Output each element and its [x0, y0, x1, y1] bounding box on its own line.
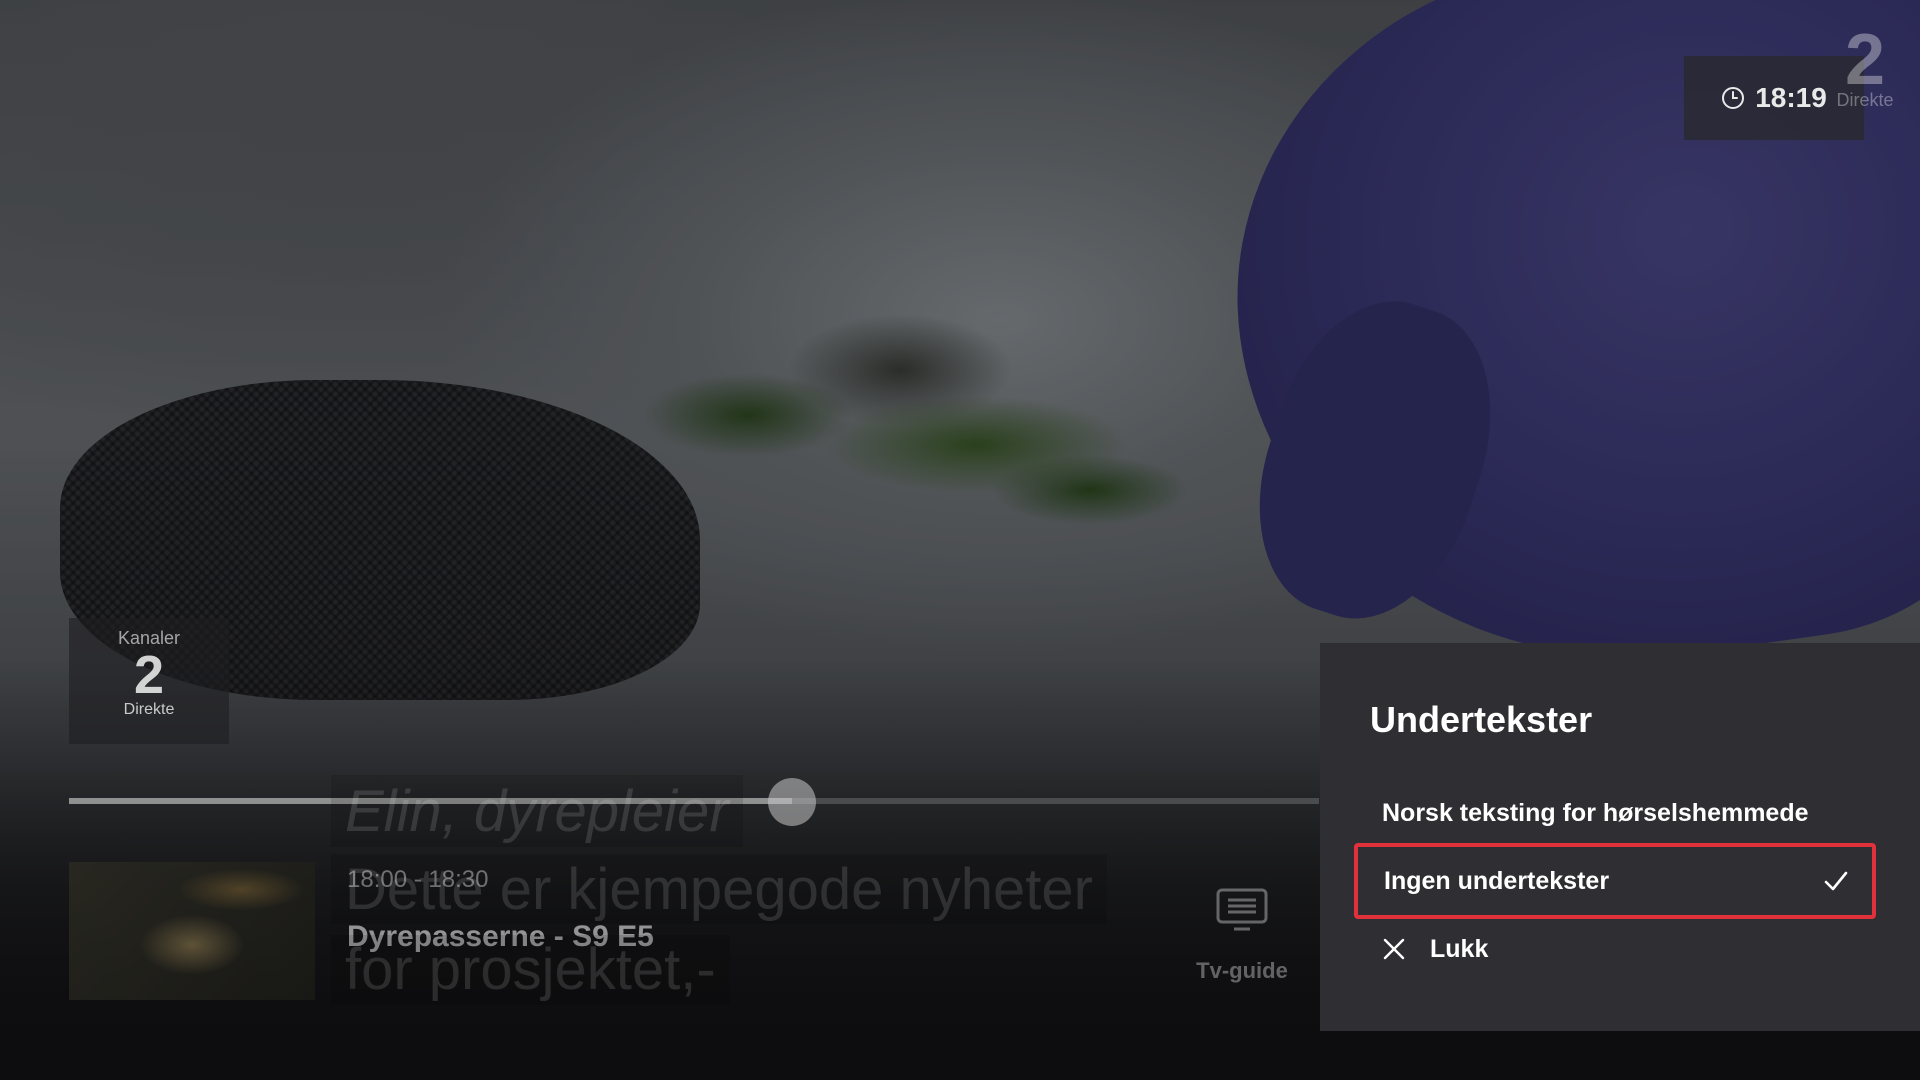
onscreen-subtitle-line: Dette er kjempegode nyheter [331, 854, 1107, 924]
channel-logo-number: 2 [1844, 20, 1886, 100]
check-icon [1824, 871, 1848, 891]
channel-logo-watermark: 2 Direkte [1820, 24, 1910, 111]
channel-card-number: 2 [133, 645, 165, 705]
clock-icon [1722, 87, 1745, 109]
program-thumbnail [69, 862, 315, 1000]
subtitle-option-none[interactable]: Ingen undertekster [1354, 843, 1876, 919]
subtitle-option-label: Norsk teksting for hørselshemmede [1382, 798, 1809, 827]
channel-card-label: Direkte [123, 701, 175, 718]
tv-guide-label: Tv-guide [1196, 958, 1288, 983]
subtitle-option-norwegian-hearing-impaired[interactable]: Norsk teksting for hørselshemmede [1352, 777, 1862, 849]
close-icon [1383, 938, 1405, 960]
tv-guide-button[interactable]: Tv-guide [1192, 888, 1292, 984]
channel-card[interactable]: Kanaler 2 Direkte [69, 618, 229, 744]
close-menu-label: Lukk [1430, 934, 1489, 963]
close-menu-button[interactable]: Lukk [1352, 913, 1862, 985]
channel-logo-label: Direkte [1836, 90, 1894, 110]
clock-time: 18:19 [1755, 82, 1827, 113]
subtitle-menu-title: Undertekster [1370, 699, 1593, 740]
progress-scrubber-knob[interactable] [767, 778, 816, 826]
subtitle-menu-panel: Undertekster Norsk teksting for hørselsh… [1320, 643, 1920, 1031]
subtitle-option-label: Ingen undertekster [1384, 866, 1610, 895]
tv-guide-icon [1216, 888, 1268, 931]
onscreen-subtitle-line: Elin, dyrepleier [331, 775, 743, 847]
onscreen-subtitle-line: for prosjektet,- [331, 935, 730, 1005]
